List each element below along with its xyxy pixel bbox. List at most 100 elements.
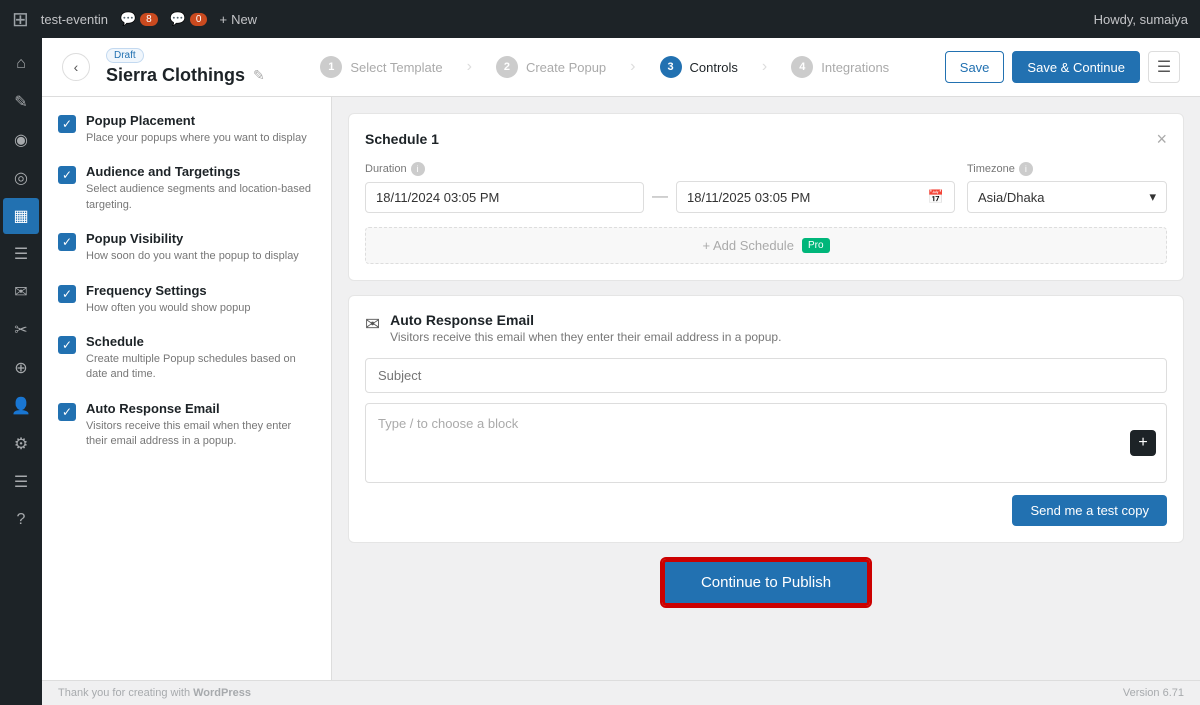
publish-row: Continue to Publish xyxy=(348,543,1184,614)
step-1-label: Select Template xyxy=(350,60,442,75)
sidebar-section-frequency: ✓ Frequency Settings How often you would… xyxy=(58,283,315,316)
sidebar-section-placement: ✓ Popup Placement Place your popups wher… xyxy=(58,113,315,146)
wordpress-link[interactable]: WordPress xyxy=(193,687,251,699)
email-card-title: Auto Response Email xyxy=(390,312,781,328)
comments-count: 8 xyxy=(140,13,158,26)
left-panel: ✓ Popup Placement Place your popups wher… xyxy=(42,97,332,680)
end-date-input[interactable]: 18/11/2025 03:05 PM 📅 xyxy=(676,181,955,213)
section-frequency-desc: How often you would show popup xyxy=(86,301,251,316)
step-3-label: Controls xyxy=(690,60,738,75)
step-integrations[interactable]: 4 Integrations xyxy=(791,56,889,78)
section-audience-desc: Select audience segments and location-ba… xyxy=(86,182,315,213)
section-email-desc: Visitors receive this email when they en… xyxy=(86,419,315,450)
plugin-header: ‹ Draft Sierra Clothings ✎ 1 Select Temp… xyxy=(42,38,1200,97)
step-divider-2: › xyxy=(630,58,635,76)
timezone-info-icon: i xyxy=(1019,162,1033,176)
step-select-template[interactable]: 1 Select Template xyxy=(320,56,442,78)
add-schedule-button[interactable]: + Add Schedule Pro xyxy=(365,227,1167,264)
step-divider-3: › xyxy=(762,58,767,76)
section-placement-desc: Place your popups where you want to disp… xyxy=(86,131,307,146)
sidebar-icon-comments[interactable]: ✉ xyxy=(3,274,39,310)
save-button[interactable]: Save xyxy=(945,51,1005,83)
section-placement-title: Popup Placement xyxy=(86,113,307,128)
sidebar-section-email: ✓ Auto Response Email Visitors receive t… xyxy=(58,401,315,450)
step-4-number: 4 xyxy=(791,56,813,78)
section-schedule-desc: Create multiple Popup schedules based on… xyxy=(86,352,315,383)
admin-bar: ⊞ test-eventin 💬 8 💬 0 + New Howdy, suma… xyxy=(0,0,1200,38)
new-content-button[interactable]: + New xyxy=(219,12,257,27)
timezone-label: Timezone xyxy=(967,163,1015,175)
sidebar-icon-dashboard[interactable]: ⌂ xyxy=(3,46,39,82)
pro-badge: Pro xyxy=(802,238,830,253)
subject-input[interactable] xyxy=(365,358,1167,393)
draft-badge: Draft xyxy=(106,48,144,63)
save-continue-button[interactable]: Save & Continue xyxy=(1012,51,1140,83)
sidebar-icon-tools[interactable]: ✂ xyxy=(3,312,39,348)
calendar-icon: 📅 xyxy=(928,189,944,205)
step-3-number: 3 xyxy=(660,56,682,78)
wordpress-icon: ⊞ xyxy=(12,7,29,32)
sidebar-icon-admin[interactable]: ☰ xyxy=(3,464,39,500)
email-card-desc: Visitors receive this email when they en… xyxy=(390,330,781,344)
notes-icon[interactable]: ☰ xyxy=(1148,51,1180,83)
sidebar-section-audience: ✓ Audience and Targetings Select audienc… xyxy=(58,164,315,213)
editor-placeholder: Type / to choose a block xyxy=(378,416,518,431)
right-panel: Schedule 1 × Duration i xyxy=(332,97,1200,680)
sidebar-icon-analytics[interactable]: ◉ xyxy=(3,122,39,158)
step-create-popup[interactable]: 2 Create Popup xyxy=(496,56,606,78)
editor-area[interactable]: Type / to choose a block + xyxy=(365,403,1167,483)
section-audience-title: Audience and Targetings xyxy=(86,164,315,179)
section-frequency-title: Frequency Settings xyxy=(86,283,251,298)
howdy-text: Howdy, sumaiya xyxy=(1094,12,1188,27)
version-text: Version 6.71 xyxy=(1123,687,1184,699)
duration-info-icon: i xyxy=(411,162,425,176)
checkbox-audience[interactable]: ✓ xyxy=(58,166,76,184)
schedule-card: Schedule 1 × Duration i xyxy=(348,113,1184,281)
start-date-input[interactable]: 18/11/2024 03:05 PM xyxy=(365,182,644,213)
header-actions: Save Save & Continue ☰ xyxy=(945,51,1180,83)
send-test-copy-button[interactable]: Send me a test copy xyxy=(1012,495,1167,526)
email-card: ✉ Auto Response Email Visitors receive t… xyxy=(348,295,1184,543)
sidebar-section-schedule: ✓ Schedule Create multiple Popup schedul… xyxy=(58,334,315,383)
section-schedule-title: Schedule xyxy=(86,334,315,349)
checkbox-placement[interactable]: ✓ xyxy=(58,115,76,133)
sidebar-icon-plugin[interactable]: ▦ xyxy=(3,198,39,234)
continue-publish-button[interactable]: Continue to Publish xyxy=(662,559,870,606)
schedule-close-button[interactable]: × xyxy=(1156,130,1167,148)
step-controls[interactable]: 3 Controls xyxy=(660,56,738,78)
checkbox-frequency[interactable]: ✓ xyxy=(58,285,76,303)
sidebar-icon-markers[interactable]: ⊕ xyxy=(3,350,39,386)
steps-navigation: 1 Select Template › 2 Create Popup › 3 C… xyxy=(281,56,929,78)
timezone-select[interactable]: Asia/Dhaka ▾ xyxy=(967,181,1167,213)
sidebar-section-visibility: ✓ Popup Visibility How soon do you want … xyxy=(58,231,315,264)
plus-icon: + xyxy=(1138,434,1147,452)
add-block-button[interactable]: + xyxy=(1130,430,1156,456)
chevron-down-icon: ▾ xyxy=(1149,189,1156,205)
edit-title-icon[interactable]: ✎ xyxy=(253,67,265,84)
sidebar-icon-user[interactable]: 👤 xyxy=(3,388,39,424)
checkbox-schedule[interactable]: ✓ xyxy=(58,336,76,354)
sidebar-icon-settings[interactable]: ⚙ xyxy=(3,426,39,462)
popup-title-area: Draft Sierra Clothings ✎ xyxy=(106,48,265,86)
popup-title: Sierra Clothings xyxy=(106,65,245,86)
back-button[interactable]: ‹ xyxy=(62,53,90,81)
plus-icon: + xyxy=(219,12,227,27)
notifications-bar-item[interactable]: 💬 0 xyxy=(170,11,208,27)
sidebar-icon-help[interactable]: ? xyxy=(3,502,39,538)
sidebar-icon-posts[interactable]: ✎ xyxy=(3,84,39,120)
comments-bar-item[interactable]: 💬 8 xyxy=(120,11,158,27)
section-visibility-title: Popup Visibility xyxy=(86,231,299,246)
step-divider-1: › xyxy=(467,58,472,76)
notification-icon: 💬 xyxy=(170,11,186,27)
checkbox-email[interactable]: ✓ xyxy=(58,403,76,421)
wp-sidebar: ⌂ ✎ ◉ ◎ ▦ ☰ ✉ ✂ ⊕ 👤 ⚙ ☰ ? xyxy=(0,38,42,705)
checkbox-visibility[interactable]: ✓ xyxy=(58,233,76,251)
footer-text: Thank you for creating with WordPress xyxy=(58,687,251,699)
sidebar-icon-pages[interactable]: ☰ xyxy=(3,236,39,272)
sidebar-icon-target[interactable]: ◎ xyxy=(3,160,39,196)
wp-footer: Thank you for creating with WordPress Ve… xyxy=(42,680,1200,705)
section-visibility-desc: How soon do you want the popup to displa… xyxy=(86,249,299,264)
site-name[interactable]: test-eventin xyxy=(41,12,108,27)
notifications-count: 0 xyxy=(190,13,208,26)
date-separator: — xyxy=(652,188,668,206)
